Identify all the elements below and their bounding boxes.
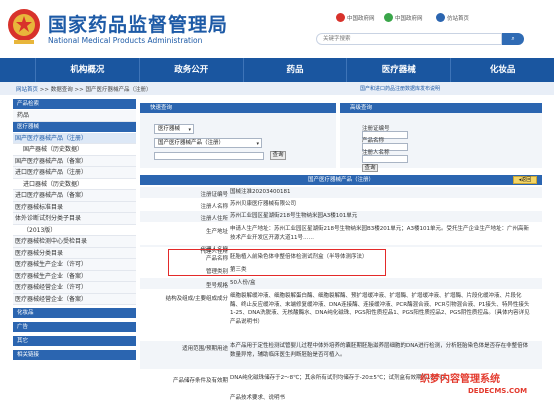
social-link-1[interactable]: 中国政府网	[336, 13, 375, 22]
search-input[interactable]	[317, 34, 501, 44]
sidebar-item-import-filing[interactable]: 进口医疗器械产品（备案）	[13, 190, 136, 202]
sidebar-item-import-hist[interactable]: 进口器械（历史数据）	[13, 178, 136, 190]
home-icon	[436, 13, 445, 22]
advanced-search-head: 高级查询	[340, 103, 542, 113]
sidebar-item-domestic-reg[interactable]: 国产医疗器械产品（注册）	[13, 132, 136, 144]
nav-item-affairs[interactable]: 政务公开	[140, 58, 244, 82]
wechat-icon	[384, 13, 393, 22]
back-button[interactable]: ◂返回	[513, 176, 537, 184]
nav-item-cosmetics[interactable]: 化妆品	[451, 58, 554, 82]
quick-query-button[interactable]: 查询	[270, 151, 286, 160]
breadcrumb-path: >> 数据查询 >> 国产医疗器械产品（注册）	[39, 87, 152, 93]
row-label: 产品储存条件及有效期	[172, 378, 228, 384]
row-value: 细胞裂解缓冲液、细胞裂解蛋白酶、细胞裂解酶、预扩增缓冲液、扩增酶、扩增缓冲液、扩…	[230, 293, 530, 325]
row-label: 适用范围/预期用途	[182, 346, 228, 352]
sidebar-head-ads[interactable]: 广告	[13, 322, 136, 332]
sidebar-item-mfg-filing[interactable]: 医疗器械生产企业（备案）	[13, 270, 136, 282]
sidebar-item-test-center[interactable]: 医疗器械检测中心受检目录	[13, 236, 136, 248]
category-select-value: 国产医疗器械产品（注册）	[158, 140, 225, 146]
sidebar-item-domestic-filing[interactable]: 国产医疗器械产品（备案）	[13, 155, 136, 167]
sidebar-item-mfg-license[interactable]: 医疗器械生产企业（许可）	[13, 259, 136, 271]
search-button[interactable]: ⌕	[502, 33, 524, 45]
row-value: 50人份/盒	[230, 280, 256, 286]
sidebar-item-drugs[interactable]: 药品	[13, 110, 136, 122]
sidebar-head-cosmetics[interactable]: 化妆品	[13, 308, 136, 318]
sidebar-item-trade-filing[interactable]: 医疗器械经营企业（备案）	[13, 293, 136, 305]
row-value: 产品技术要求、说明书	[230, 395, 286, 401]
breadcrumb: 网站首页 >> 数据查询 >> 国产医疗器械产品（注册）	[16, 85, 151, 93]
breadcrumb-bar: 网站首页 >> 数据查询 >> 国产医疗器械产品（注册） 国产和进口药品注册数据…	[0, 82, 554, 95]
social-label: 中国政府网	[395, 15, 423, 22]
site-title: 国家药品监督管理局	[48, 14, 229, 36]
row-label: 注册人住所	[200, 216, 228, 222]
sidebar-item-domestic-hist[interactable]: 国产器械（历史数据）	[13, 144, 136, 156]
row-value: 苏州工业园区星湖街218号生物纳米园A3楼101单元	[230, 213, 358, 219]
nav-item-about[interactable]: 机构概况	[36, 58, 140, 82]
registrant-input[interactable]	[362, 155, 408, 163]
row-value: 申请人生产地址：苏州工业园区星湖街218号生物纳米园B3楼201单元；A3楼10…	[230, 226, 530, 241]
sidebar-item-ivd-catalog[interactable]: 体外诊断试剂分类子目录	[13, 213, 136, 225]
sidebar: 产品检索 药品 医疗器械 国产医疗器械产品（注册） 国产器械（历史数据） 国产医…	[13, 99, 136, 406]
database-select[interactable]: 医疗器械 ▾	[154, 124, 194, 134]
database-select-value: 医疗器械	[158, 126, 181, 132]
sidebar-item-import-reg[interactable]: 进口医疗器械产品（注册）	[13, 167, 136, 179]
table-row: 注册人住所 苏州工业园区星湖街218号生物纳米园A3楼101单元	[140, 211, 542, 222]
chevron-down-icon: ▾	[256, 141, 259, 147]
table-row: 注册证编号 国械注准20203400181	[140, 187, 542, 198]
row-label: 生产地址	[205, 229, 228, 235]
sidebar-head-devices[interactable]: 医疗器械	[13, 121, 136, 132]
nav-item-blank[interactable]	[0, 58, 36, 82]
sidebar-head-search: 产品检索	[13, 99, 136, 109]
social-label: 中国政府网	[347, 15, 375, 22]
sidebar-item-standards[interactable]: 医疗器械标准目录	[13, 201, 136, 213]
chevron-down-icon: ▾	[188, 127, 191, 133]
sidebar-item-ivd-catalog-year: （2013版）	[13, 224, 136, 236]
watermark-text: 织梦内容管理系统	[420, 374, 500, 385]
table-row: 结构及组成/主要组成成分 细胞裂解缓冲液、细胞裂解蛋白酶、细胞裂解酶、预扩增缓冲…	[140, 291, 542, 339]
quick-keyword-input[interactable]	[154, 152, 264, 160]
row-label: 型号规格	[205, 283, 228, 289]
back-label: 返回	[521, 177, 532, 183]
nav-item-devices[interactable]: 医疗器械	[347, 58, 452, 82]
watermark-url: DEDECMS.COM	[468, 387, 528, 395]
highlight-box	[168, 249, 386, 276]
row-value: 国械注准20203400181	[230, 189, 291, 195]
row-label: 注册证编号	[200, 192, 228, 198]
row-label: 结构及组成/主要组成成分	[165, 296, 228, 302]
advanced-query-button[interactable]: 查询	[362, 164, 378, 172]
quick-search-head: 快速查询	[140, 103, 336, 113]
sidebar-head-links[interactable]: 相关链接	[13, 350, 136, 360]
site-title-en: National Medical Products Administration	[48, 36, 203, 45]
category-select[interactable]: 国产医疗器械产品（注册） ▾	[154, 138, 262, 148]
sidebar-item-trade-license[interactable]: 医疗器械经营企业（许可）	[13, 282, 136, 294]
weibo-icon	[336, 13, 345, 22]
row-label: 注册人名称	[200, 204, 228, 210]
table-row: 适用范围/预期用途 本产品用于定性检测试管婴儿过程中体外培养的囊胚期胚胎滋养层细…	[140, 341, 542, 369]
breadcrumb-home-link[interactable]: 网站首页	[16, 87, 38, 93]
national-emblem-icon	[8, 9, 40, 44]
social-link-2[interactable]: 中国政府网	[384, 13, 423, 22]
sidebar-item-classification[interactable]: 医疗器械分类目录	[13, 247, 136, 259]
table-row: 注册人名称 苏州贝康医疗器械有限公司	[140, 199, 542, 210]
detail-title: 国产医疗器械产品（注册）	[140, 175, 542, 185]
social-label: 仿站首页	[447, 15, 470, 22]
row-value: 本产品用于定性检测试管婴儿过程中体外培养的囊胚期胚胎滋养层细胞的DNA进行检测，…	[230, 343, 529, 358]
search-box	[316, 33, 502, 45]
sidebar-head-other[interactable]: 其它	[13, 336, 136, 346]
table-row: 型号规格 50人份/盒	[140, 278, 542, 289]
nav-item-drugs[interactable]: 药品	[244, 58, 348, 82]
search-icon: ⌕	[511, 35, 515, 42]
release-note-link[interactable]: 国产和进口药品注册数据库发布说明	[360, 85, 440, 92]
row-value: 苏州贝康医疗器械有限公司	[230, 201, 297, 207]
site-header: 国家药品监督管理局 National Medical Products Admi…	[0, 0, 554, 58]
main-nav: 机构概况 政务公开 药品 医疗器械 化妆品	[0, 58, 554, 82]
social-link-3[interactable]: 仿站首页	[436, 13, 469, 22]
